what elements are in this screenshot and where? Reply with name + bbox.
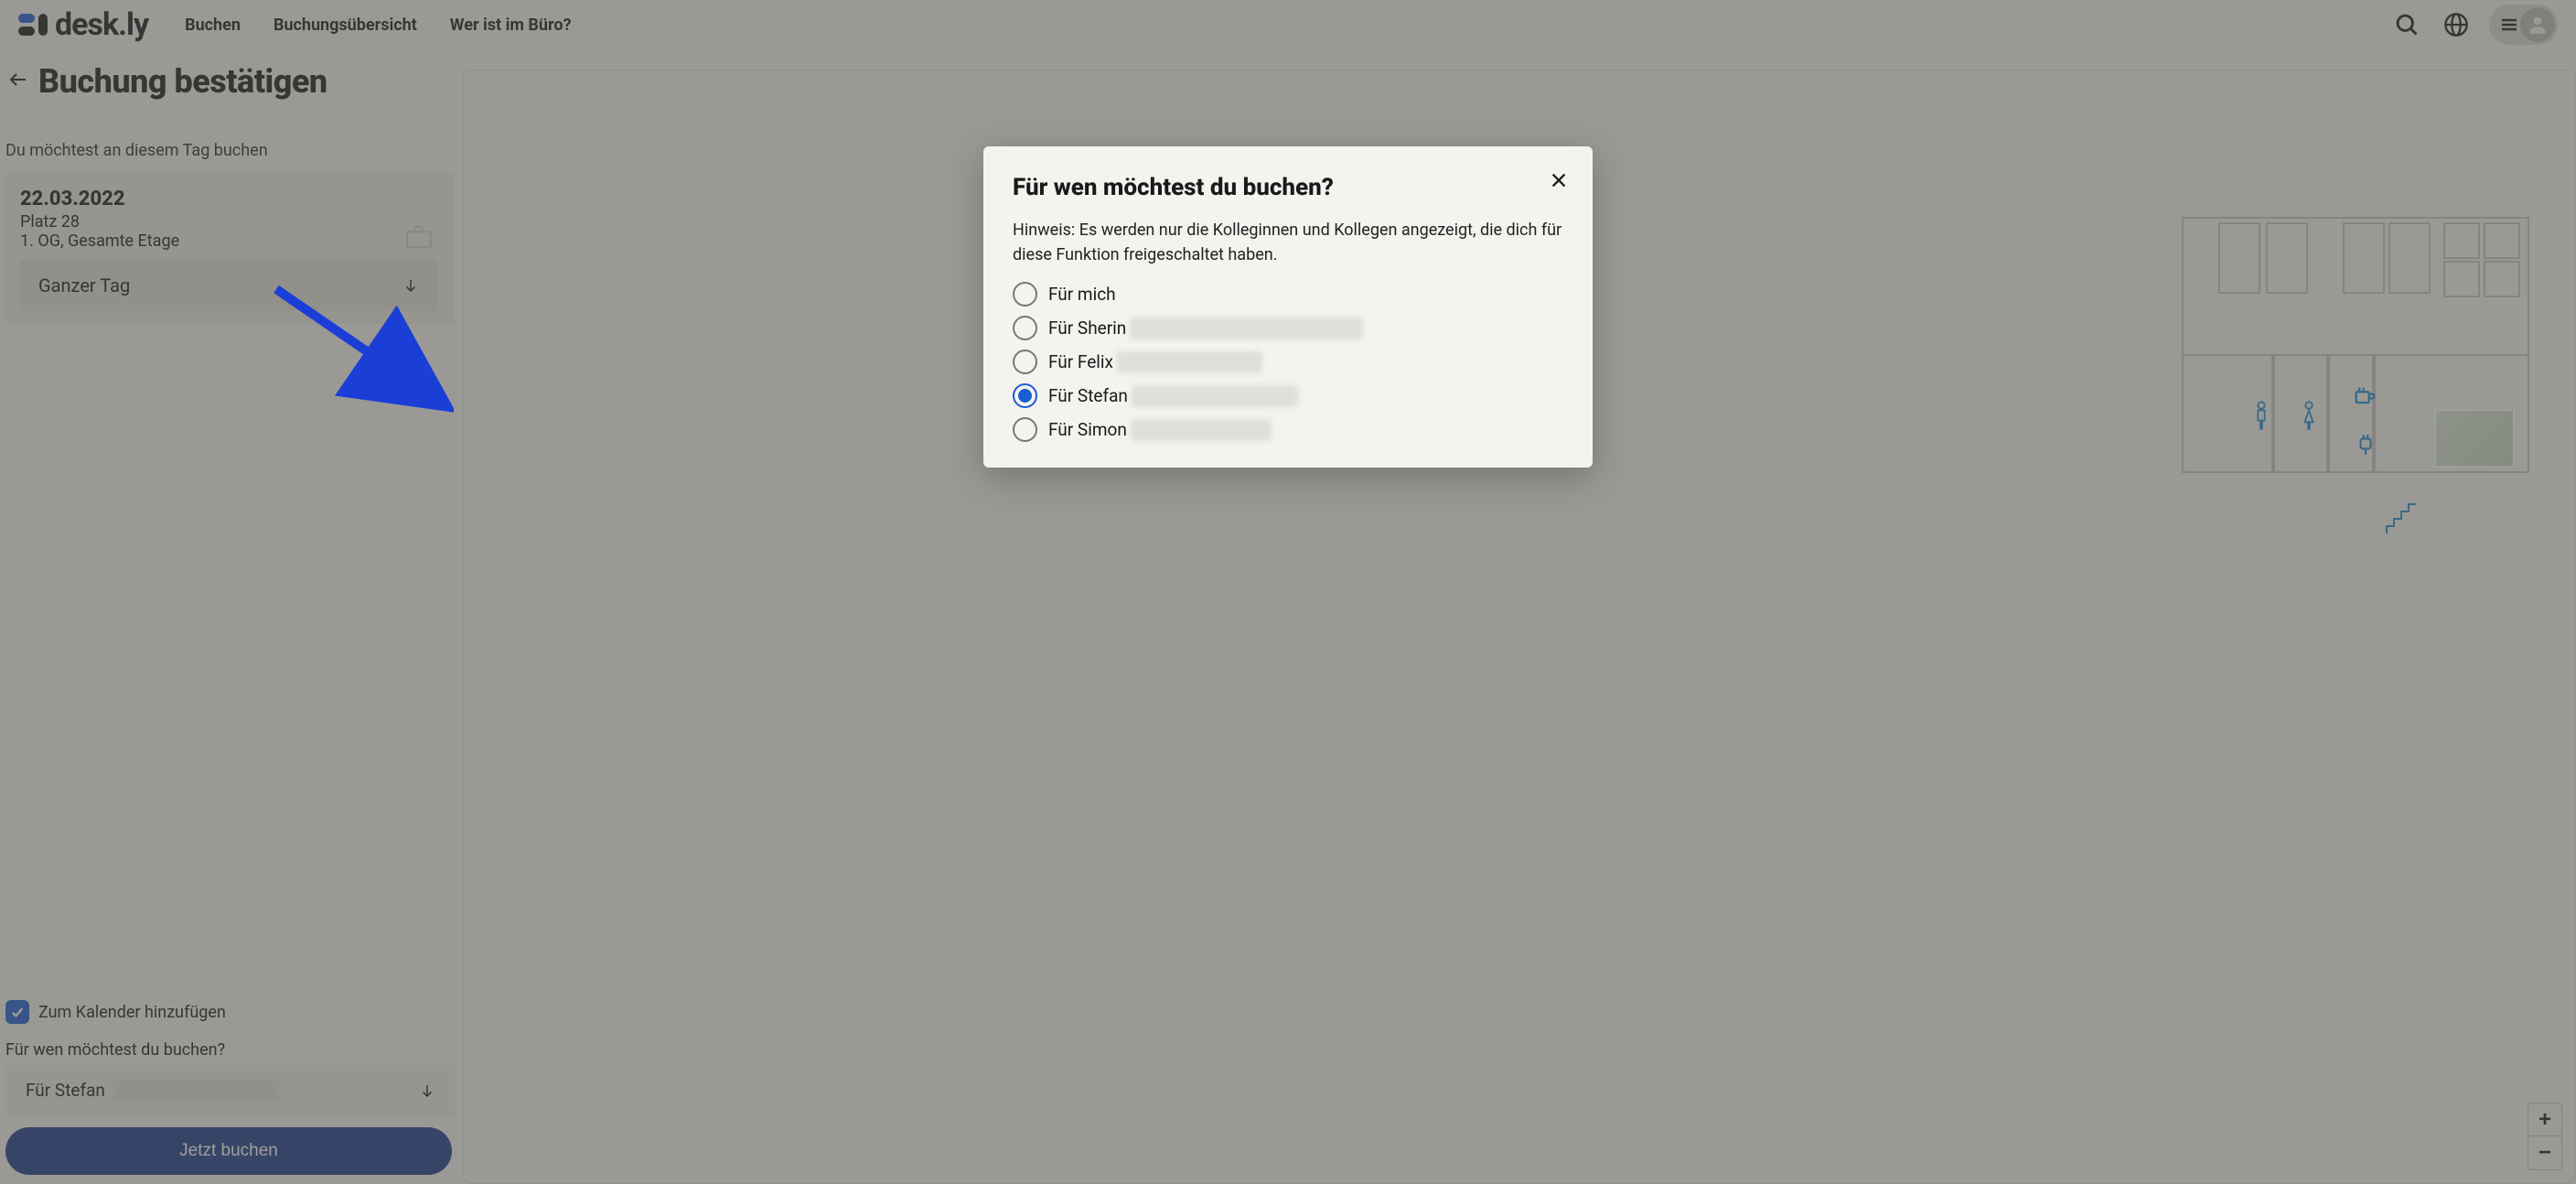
radio-option-sherin[interactable]: Für Sherin■■■■ ■■■■ ■■■■■ ■■■■■■■■ [1013,316,1563,340]
radio-label: Für mich [1048,284,1116,305]
close-icon[interactable] [1549,170,1569,194]
briefcase-icon [402,221,435,253]
dialog-title: Für wen möchtest du buchen? [1013,174,1563,201]
radio-option-felix[interactable]: Für Felix■■■ ■■■■■■■■■ ■ [1013,350,1563,374]
radio-option-stefan[interactable]: Für Stefan■■■■ ■■■■■■■■■■ ■ [1013,383,1563,408]
radio-option-me[interactable]: Für mich [1013,282,1563,307]
radio-label: Für Simon [1048,419,1127,440]
radio-indicator [1013,417,1037,442]
radio-indicator [1013,316,1037,340]
radio-list: Für mich Für Sherin■■■■ ■■■■ ■■■■■ ■■■■■… [1013,282,1563,442]
radio-option-simon[interactable]: Für Simon■■■■■■■■■■■■ ■ [1013,417,1563,442]
dialog-overlay[interactable]: Für wen möchtest du buchen? Hinweis: Es … [0,0,2576,1184]
radio-label: Für Felix [1048,351,1113,372]
radio-label: Für Sherin [1048,318,1126,339]
radio-label: Für Stefan [1048,385,1128,406]
dialog-hint: Hinweis: Es werden nur die Kolleginnen u… [1013,218,1563,267]
radio-indicator [1013,350,1037,374]
radio-indicator [1013,282,1037,307]
radio-indicator [1013,383,1037,408]
who-dialog: Für wen möchtest du buchen? Hinweis: Es … [983,146,1593,468]
